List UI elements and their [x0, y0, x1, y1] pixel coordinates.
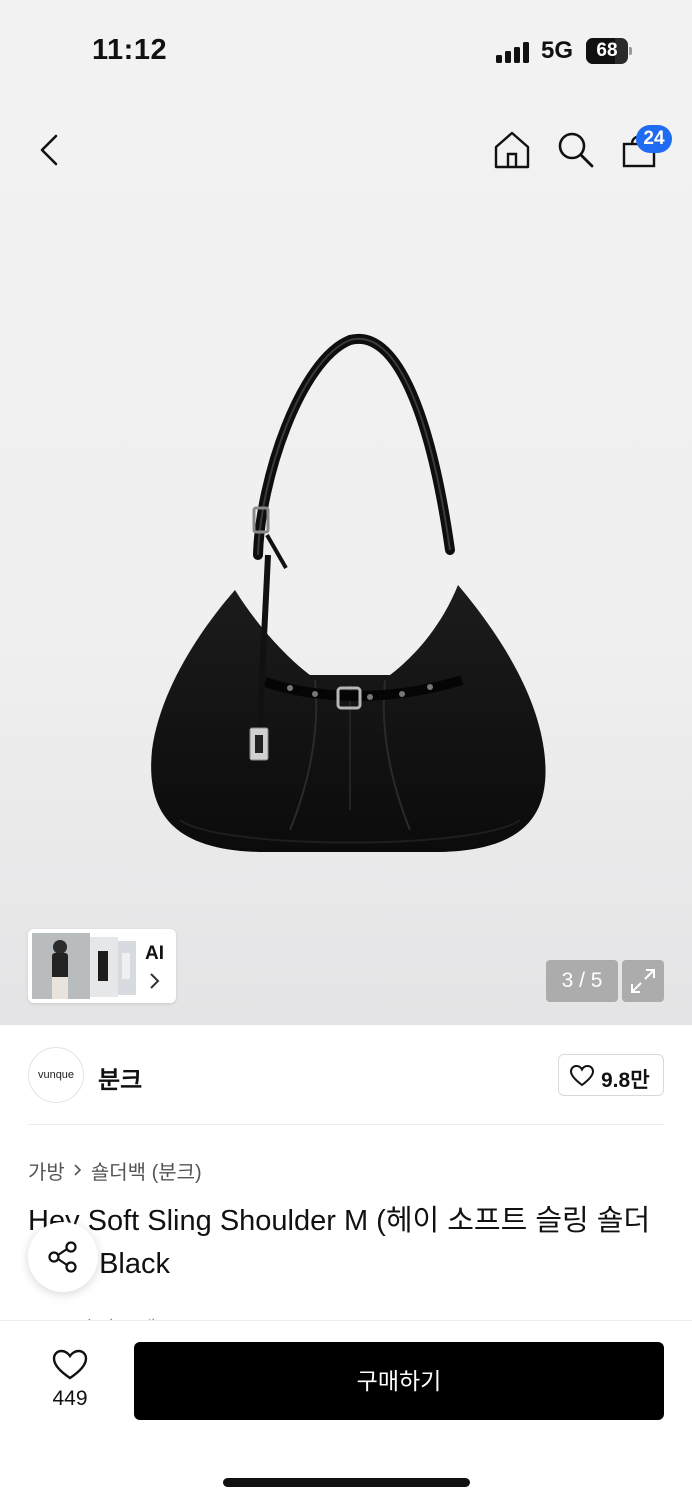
share-button[interactable] [28, 1222, 98, 1292]
styling-thumbnail-images [32, 933, 136, 999]
signal-icon [496, 41, 532, 63]
breadcrumb-subcategory[interactable]: 숄더백 (분크) [91, 1156, 202, 1185]
search-icon[interactable] [556, 130, 596, 170]
bottom-action-bar: 449 구매하기 [0, 1320, 692, 1500]
battery-icon: 68 [586, 38, 632, 64]
brand-name[interactable]: 분크 [98, 1060, 142, 1095]
wishlist-button[interactable]: 449 [30, 1345, 110, 1425]
product-title: Hey Soft Sling Shoulder M (헤이 소프트 슬링 숄더 … [28, 1205, 651, 1280]
buy-button[interactable]: 구매하기 [134, 1342, 664, 1420]
breadcrumb-category[interactable]: 가방 [28, 1156, 65, 1185]
share-icon [48, 1241, 77, 1273]
brand-like-button[interactable]: 9.8만 [558, 1054, 664, 1096]
ai-styling-thumbnails[interactable]: AI [28, 929, 176, 1003]
brand-logo[interactable]: vunque [28, 1047, 84, 1103]
ai-label: AI [145, 943, 164, 964]
heart-icon [52, 1349, 88, 1380]
top-navigation [0, 110, 692, 190]
status-time: 11:12 [92, 34, 168, 66]
chevron-right-icon [150, 973, 160, 989]
heart-icon [570, 1065, 594, 1087]
cart-count-badge: 24 [636, 125, 672, 153]
expand-icon [631, 969, 655, 993]
home-indicator [223, 1478, 470, 1487]
wishlist-count: 449 [52, 1387, 88, 1410]
network-type: 5G [541, 37, 574, 64]
home-icon[interactable] [493, 130, 531, 170]
brand-row: vunque 분크 9.8만 [0, 1025, 692, 1125]
chevron-right-icon [74, 1164, 81, 1176]
breadcrumb: 가방 숄더백 (분크) [28, 1156, 202, 1184]
battery-level: 68 [596, 40, 618, 61]
expand-button[interactable] [622, 960, 664, 1002]
back-icon[interactable] [36, 132, 64, 168]
product-image [151, 333, 546, 852]
brand-like-count: 9.8만 [601, 1069, 650, 1092]
image-pager: 3 / 5 [546, 960, 618, 1002]
divider [28, 1124, 664, 1125]
status-bar: 11:12 5G 68 [0, 0, 692, 100]
